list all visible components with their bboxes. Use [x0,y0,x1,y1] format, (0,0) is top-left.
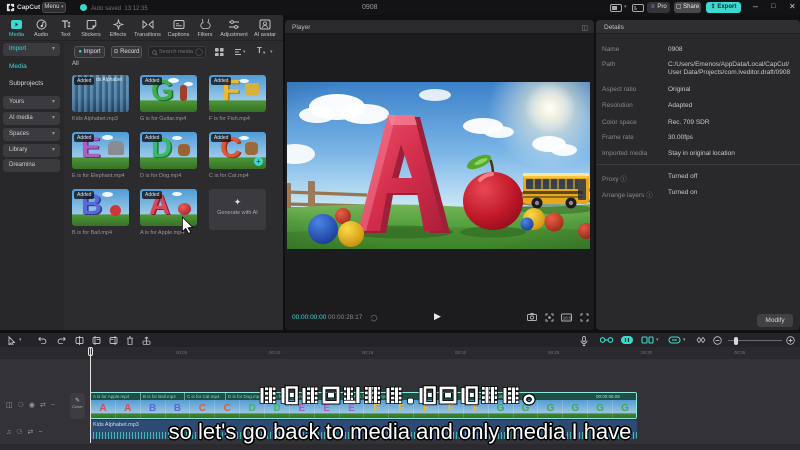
svg-text:16:9: 16:9 [563,316,572,321]
